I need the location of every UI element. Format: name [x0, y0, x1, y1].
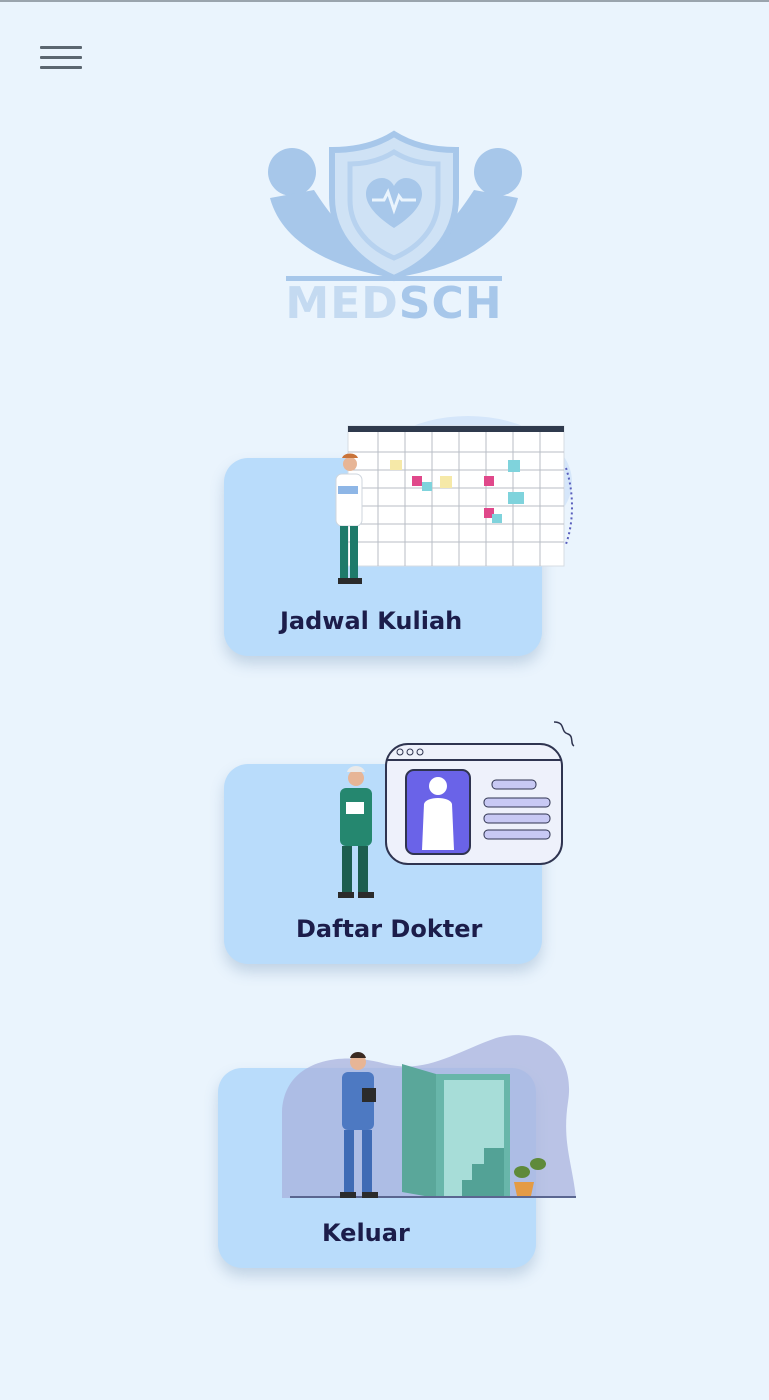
menu-card-label: Daftar Dokter — [296, 915, 483, 943]
calendar-schedule-illustration — [335, 416, 573, 584]
menu-card-label: Keluar — [322, 1219, 410, 1247]
status-divider — [0, 0, 769, 2]
exit-door-illustration — [282, 1035, 576, 1198]
logo-wordmark: MEDSCH — [285, 278, 503, 329]
app-logo: MEDSCH — [262, 128, 526, 348]
shield-heart-logo-icon — [268, 130, 522, 282]
menu-card-label: Jadwal Kuliah — [280, 607, 463, 635]
doctor-id-card-illustration — [338, 721, 575, 898]
hamburger-menu-icon[interactable] — [40, 46, 82, 76]
